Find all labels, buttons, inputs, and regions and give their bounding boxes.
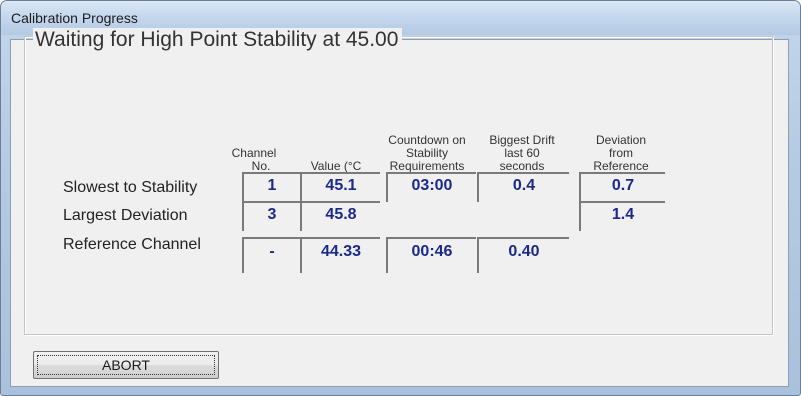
- abort-button[interactable]: ABORT: [33, 351, 219, 379]
- slowest-countdown-cell: 03:00: [386, 172, 476, 202]
- header-deviation: Deviation from Reference: [581, 134, 661, 173]
- window-title: Calibration Progress: [11, 10, 138, 26]
- slowest-drift-cell: 0.4: [477, 172, 569, 202]
- slowest-deviation-cell: 0.7: [579, 172, 665, 202]
- reference-value-cell: 44.33: [300, 237, 380, 273]
- header-channel: Channel No.: [229, 147, 279, 173]
- header-drift: Biggest Drift last 60 seconds: [479, 134, 565, 173]
- largest-channel-cell: 3: [242, 201, 300, 231]
- abort-button-focus: ABORT: [37, 355, 215, 375]
- calibration-progress-window: Calibration Progress Waiting for High Po…: [0, 0, 801, 396]
- largest-value-cell: 45.8: [300, 201, 380, 231]
- row-label-slowest: Slowest to Stability: [63, 179, 198, 196]
- group-title: Waiting for High Point Stability at 45.0…: [33, 28, 403, 52]
- reference-drift-cell: 0.40: [477, 237, 569, 273]
- row-label-reference: Reference Channel: [63, 236, 201, 253]
- reference-channel-cell: -: [242, 237, 300, 273]
- row-label-largest-deviation: Largest Deviation: [63, 207, 188, 224]
- abort-button-label: ABORT: [102, 357, 150, 373]
- slowest-value-cell: 45.1: [300, 172, 380, 202]
- reference-countdown-cell: 00:46: [386, 237, 476, 273]
- slowest-channel-cell: 1: [242, 172, 300, 202]
- largest-deviation-cell: 1.4: [579, 201, 665, 231]
- header-countdown: Countdown on Stability Requirements: [373, 134, 481, 173]
